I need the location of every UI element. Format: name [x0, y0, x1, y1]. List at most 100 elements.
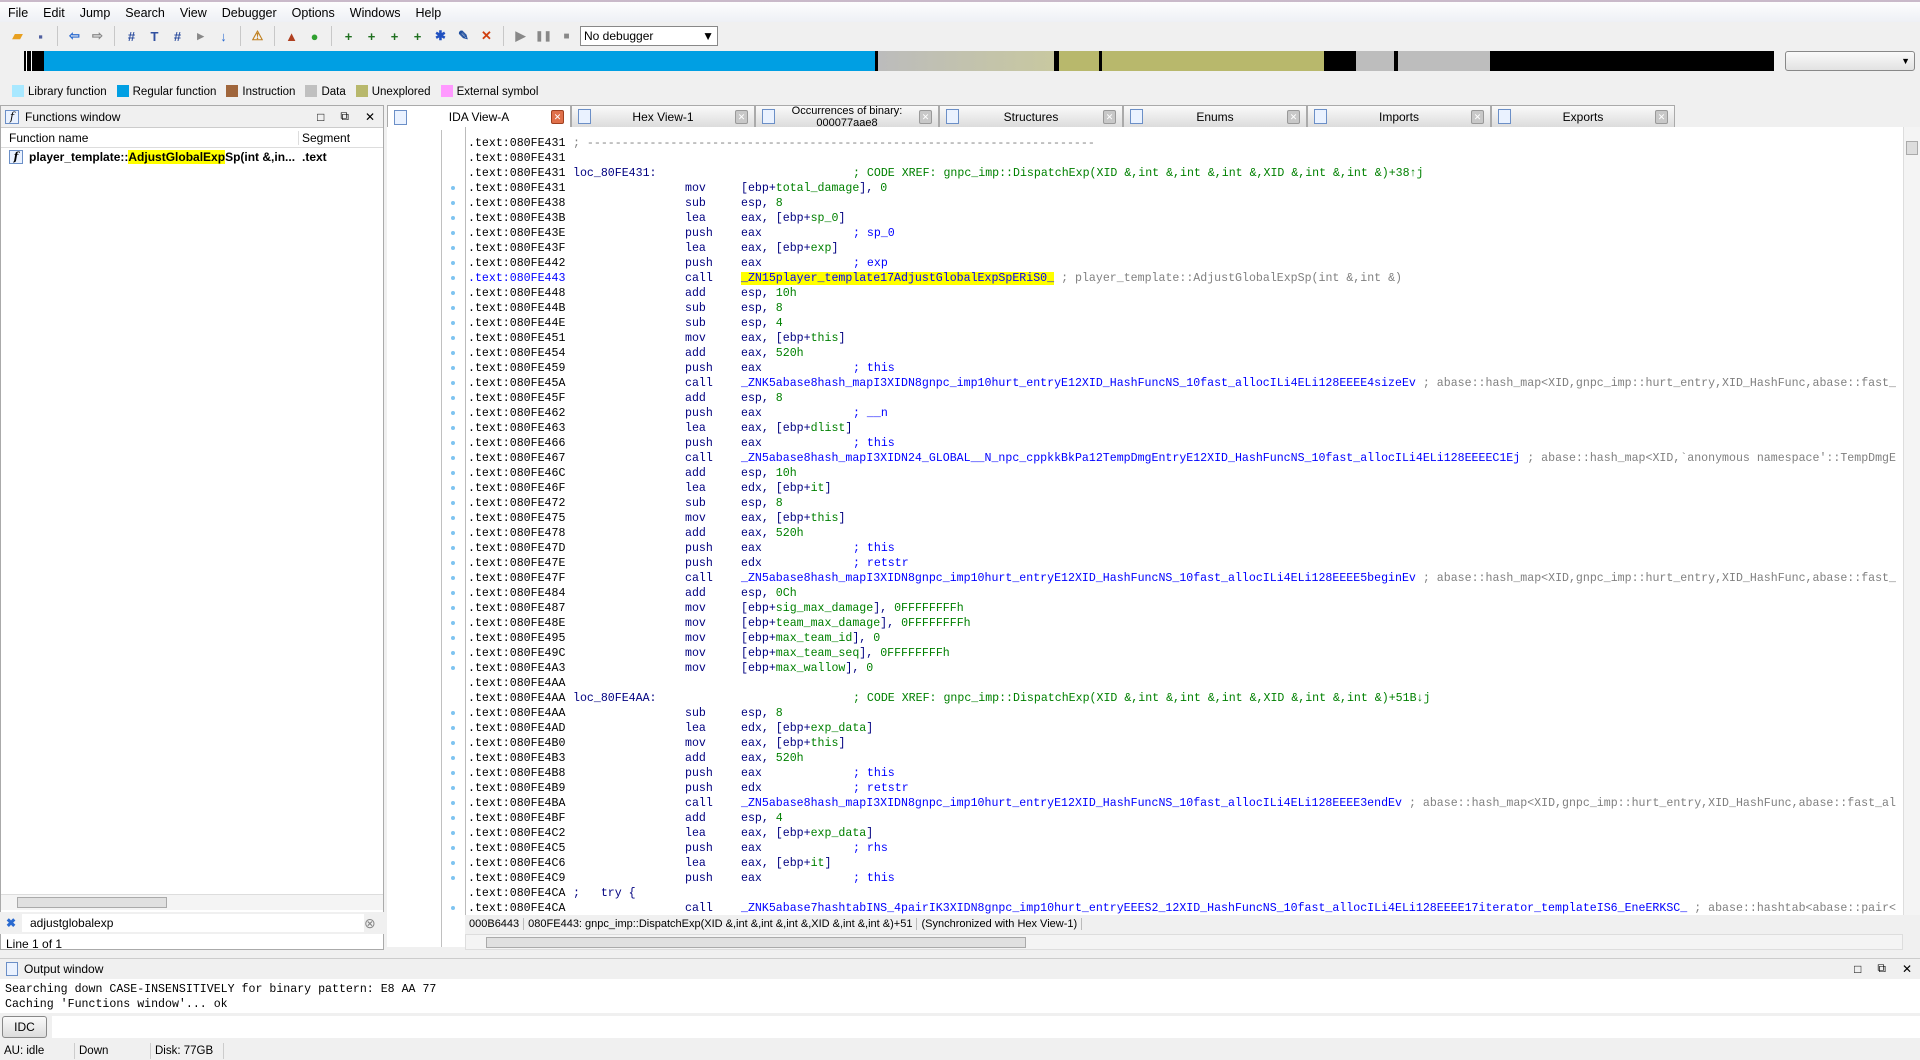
struct-icon[interactable]: +: [408, 27, 427, 46]
menu-help[interactable]: Help: [407, 2, 448, 20]
call-target-name[interactable]: _ZN5abase8hash_mapI3XIDN24_GLOBAL__N_npc…: [741, 452, 1520, 465]
menu-edit[interactable]: Edit: [35, 2, 72, 20]
code-line[interactable]: .text:080FE4CA call _ZNK5abase7hashtabINS_…: [468, 901, 1903, 916]
data-icon[interactable]: +: [362, 27, 381, 46]
back-icon[interactable]: ⇦: [65, 27, 84, 46]
navband-dropdown[interactable]: ▼: [1785, 51, 1915, 71]
tab-structures[interactable]: Structures ✕: [939, 105, 1123, 127]
code-line[interactable]: .text:080FE459 push eax ; this: [468, 361, 1903, 376]
column-function-name[interactable]: Function name: [1, 130, 299, 145]
navigation-band[interactable]: [24, 51, 1774, 71]
disassembly-listing[interactable]: .text:080FE431 ; ------------------------…: [465, 127, 1903, 917]
code-xref-comment[interactable]: ; CODE XREF: gnpc_imp::DispatchExp(XID &…: [853, 691, 1430, 706]
functions-hscroll[interactable]: [1, 894, 383, 910]
menu-view[interactable]: View: [172, 2, 214, 20]
code-line[interactable]: .text:080FE431 mov [ebp+total_damage], 0: [468, 181, 1903, 196]
search-text-icon[interactable]: #: [122, 27, 141, 46]
tab-enums[interactable]: Enums ✕: [1123, 105, 1307, 127]
code-line[interactable]: .text:080FE454 add eax, 520h: [468, 346, 1903, 361]
call-target[interactable]: _ZNK5abase7hashtabINS_4pairIK3XIDN8gnpc_…: [741, 901, 1896, 916]
code-line[interactable]: .text:080FE46C add esp, 10h: [468, 466, 1903, 481]
code-line[interactable]: .text:080FE4AD lea edx, [ebp+exp_data]: [468, 721, 1903, 736]
clear-filter-icon[interactable]: ⊗: [364, 915, 384, 932]
output-maximize-icon[interactable]: □: [1849, 962, 1866, 976]
code-line[interactable]: .text:080FE4C5 push eax ; rhs: [468, 841, 1903, 856]
disassembly-hscroll[interactable]: [465, 934, 1903, 950]
code-line[interactable]: .text:080FE43F lea eax, [ebp+exp]: [468, 241, 1903, 256]
code-line[interactable]: .text:080FE44B sub esp, 8: [468, 301, 1903, 316]
code-line[interactable]: .text:080FE431 loc_80FE431: ; CODE XREF: g…: [468, 166, 1903, 181]
code-line[interactable]: .text:080FE475 mov eax, [ebp+this]: [468, 511, 1903, 526]
code-line[interactable]: .text:080FE4AA loc_80FE4AA: ; CODE XREF: g…: [468, 691, 1903, 706]
code-icon[interactable]: +: [339, 27, 358, 46]
call-target-name[interactable]: _ZNK5abase8hash_mapI3XIDN8gnpc_imp10hurt…: [741, 377, 1416, 390]
menu-jump[interactable]: Jump: [72, 2, 118, 20]
search-binary-icon[interactable]: T: [145, 27, 164, 46]
tab-occurrences-of-binary-000077aae8[interactable]: Occurrences of binary: 000077aae8 ✕: [755, 105, 939, 129]
close-tab-icon[interactable]: ✕: [1471, 109, 1484, 124]
functions-filter-input[interactable]: [22, 914, 364, 932]
code-line[interactable]: .text:080FE44E sub esp, 4: [468, 316, 1903, 331]
code-line[interactable]: .text:080FE443 call _ZN15player_template17…: [468, 271, 1903, 286]
maximize-icon[interactable]: □: [312, 110, 329, 124]
float-icon[interactable]: ⧉: [335, 109, 354, 124]
code-line[interactable]: .text:080FE4C6 lea eax, [ebp+it]: [468, 856, 1903, 871]
code-line[interactable]: .text:080FE43B lea eax, [ebp+sp_0]: [468, 211, 1903, 226]
search-immediate-icon[interactable]: #: [168, 27, 187, 46]
code-line[interactable]: .text:080FE4C2 lea eax, [ebp+exp_data]: [468, 826, 1903, 841]
code-line[interactable]: .text:080FE442 push eax ; exp: [468, 256, 1903, 271]
jump-icon[interactable]: ↓: [214, 27, 233, 46]
code-line[interactable]: .text:080FE49C mov [ebp+max_team_seq], 0FF…: [468, 646, 1903, 661]
disassembly-vscroll[interactable]: [1903, 127, 1920, 917]
close-tab-icon[interactable]: ✕: [1655, 109, 1668, 124]
code-line[interactable]: .text:080FE466 push eax ; this: [468, 436, 1903, 451]
code-line[interactable]: .text:080FE4A3 mov [ebp+max_wallow], 0: [468, 661, 1903, 676]
code-line[interactable]: .text:080FE46F lea edx, [ebp+it]: [468, 481, 1903, 496]
tab-imports[interactable]: Imports ✕: [1307, 105, 1491, 127]
code-line[interactable]: .text:080FE4C9 push eax ; this: [468, 871, 1903, 886]
code-line[interactable]: .text:080FE45F add esp, 8: [468, 391, 1903, 406]
close-tab-icon[interactable]: ✕: [735, 109, 748, 124]
code-line[interactable]: .text:080FE4B8 push eax ; this: [468, 766, 1903, 781]
tab-hex-view-1[interactable]: Hex View-1 ✕: [571, 105, 755, 127]
string-icon[interactable]: +: [385, 27, 404, 46]
code-line[interactable]: .text:080FE43E push eax ; sp_0: [468, 226, 1903, 241]
code-line[interactable]: .text:080FE47D push eax ; this: [468, 541, 1903, 556]
code-line[interactable]: .text:080FE4B0 mov eax, [ebp+this]: [468, 736, 1903, 751]
name-icon[interactable]: ✱: [431, 27, 450, 46]
stop-icon[interactable]: ■: [557, 27, 576, 46]
search-next-icon[interactable]: ▸: [191, 27, 210, 46]
code-line[interactable]: .text:080FE4AA: [468, 676, 1903, 691]
output-float-icon[interactable]: ⧉: [1872, 961, 1891, 976]
call-target-name[interactable]: _ZN15player_template17AdjustGlobalExpSpE…: [741, 272, 1055, 285]
close-tab-icon[interactable]: ✕: [919, 109, 932, 124]
code-line[interactable]: .text:080FE462 push eax ; __n: [468, 406, 1903, 421]
column-segment[interactable]: Segment: [299, 131, 350, 145]
code-line[interactable]: .text:080FE4AA sub esp, 8: [468, 706, 1903, 721]
close-tab-icon[interactable]: ✕: [1103, 109, 1116, 124]
code-label[interactable]: loc_80FE4AA:: [573, 691, 657, 706]
code-line[interactable]: .text:080FE47E push edx ; retstr: [468, 556, 1903, 571]
code-line[interactable]: .text:080FE495 mov [ebp+max_team_id], 0: [468, 631, 1903, 646]
menu-options[interactable]: Options: [284, 2, 342, 20]
filter-icon[interactable]: ✖: [0, 916, 22, 930]
call-target[interactable]: _ZN5abase8hash_mapI3XIDN24_GLOBAL__N_npc…: [741, 451, 1896, 466]
call-target-name[interactable]: _ZN5abase8hash_mapI3XIDN8gnpc_imp10hurt_…: [741, 797, 1402, 810]
code-line[interactable]: .text:080FE448 add esp, 10h: [468, 286, 1903, 301]
code-line[interactable]: .text:080FE451 mov eax, [ebp+this]: [468, 331, 1903, 346]
call-target-name[interactable]: _ZN5abase8hash_mapI3XIDN8gnpc_imp10hurt_…: [741, 572, 1416, 585]
menu-search[interactable]: Search: [117, 2, 172, 20]
close-tab-icon[interactable]: ✕: [1287, 109, 1300, 124]
call-target[interactable]: _ZNK5abase8hash_mapI3XIDN8gnpc_imp10hurt…: [741, 376, 1896, 391]
menu-debugger[interactable]: Debugger: [214, 2, 284, 20]
close-tab-icon[interactable]: ✕: [551, 110, 564, 124]
code-line[interactable]: .text:080FE431: [468, 151, 1903, 166]
code-label[interactable]: loc_80FE431:: [573, 166, 657, 181]
code-line[interactable]: .text:080FE4BA call _ZN5abase8hash_mapI3XI…: [468, 796, 1903, 811]
debugger-select[interactable]: No debugger ▼: [580, 26, 718, 46]
analyze-icon[interactable]: ⚠: [248, 27, 267, 46]
tab-ida-view-a[interactable]: IDA View-A ✕: [387, 105, 571, 128]
menu-windows[interactable]: Windows: [342, 2, 408, 20]
code-line[interactable]: .text:080FE4BF add esp, 4: [468, 811, 1903, 826]
output-close-icon[interactable]: ✕: [1897, 962, 1920, 976]
